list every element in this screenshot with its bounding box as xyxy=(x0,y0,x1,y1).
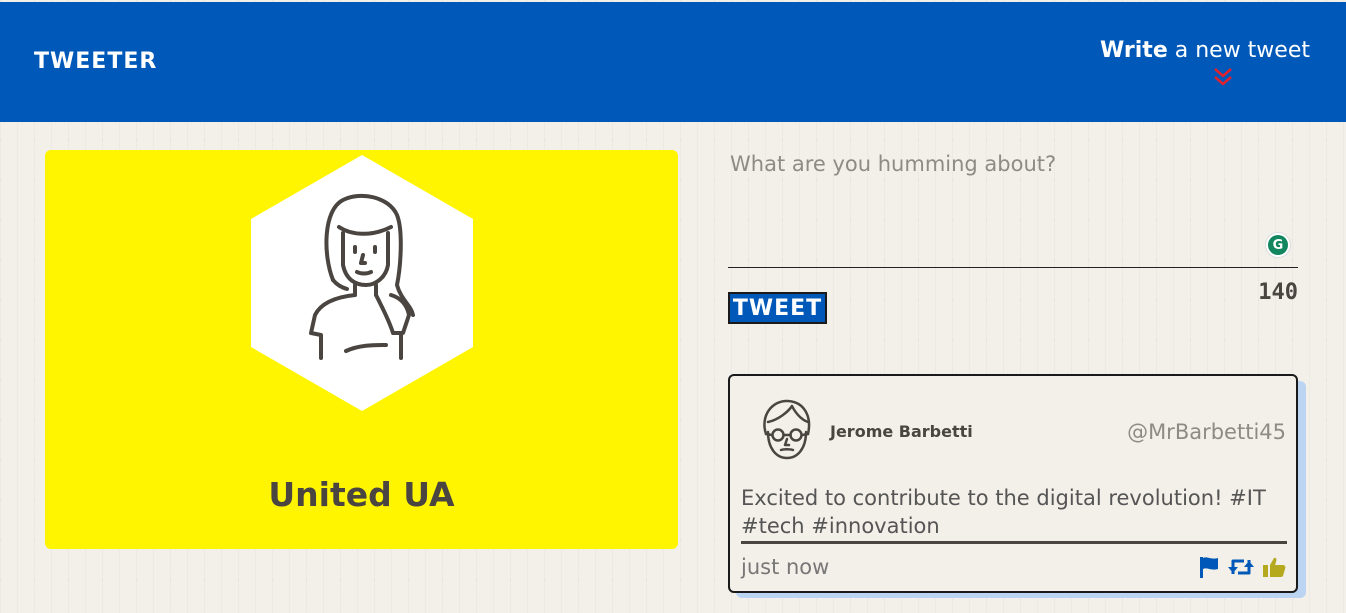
tweet-actions xyxy=(1198,556,1286,578)
brand-logo[interactable]: TWEETER xyxy=(34,49,157,74)
tweet-timestamp: just now xyxy=(741,555,830,579)
tweet-author-name[interactable]: Jerome Barbetti xyxy=(830,422,973,441)
flag-icon[interactable] xyxy=(1198,556,1220,578)
compose-area xyxy=(728,140,1298,268)
avatar-man-glasses-icon xyxy=(763,399,811,460)
retweet-icon[interactable] xyxy=(1228,556,1254,578)
tweet-button[interactable]: TWEET xyxy=(728,292,827,324)
tweet-text: Excited to contribute to the digital rev… xyxy=(741,486,1266,538)
avatar-woman-icon xyxy=(251,155,473,411)
top-bar: TWEETER Write a new tweet xyxy=(0,2,1346,122)
chevron-down-double-icon[interactable] xyxy=(1213,67,1233,87)
profile-card: United UA xyxy=(45,150,678,549)
tweet-author-handle[interactable]: @MrBarbetti45 xyxy=(1127,420,1286,444)
tweet-divider xyxy=(741,541,1287,544)
write-bold-text: Write xyxy=(1100,38,1168,63)
tweet-card: Jerome Barbetti @MrBarbetti45 Excited to… xyxy=(728,374,1298,593)
write-new-tweet-link[interactable]: Write a new tweet xyxy=(1100,38,1310,63)
character-counter: 140 xyxy=(1258,280,1298,305)
grammarly-icon[interactable]: G xyxy=(1265,232,1291,258)
profile-name: United UA xyxy=(268,475,455,514)
tweet-input[interactable] xyxy=(728,140,1298,267)
thumbs-up-icon[interactable] xyxy=(1262,556,1286,578)
write-rest-text: a new tweet xyxy=(1167,38,1310,63)
